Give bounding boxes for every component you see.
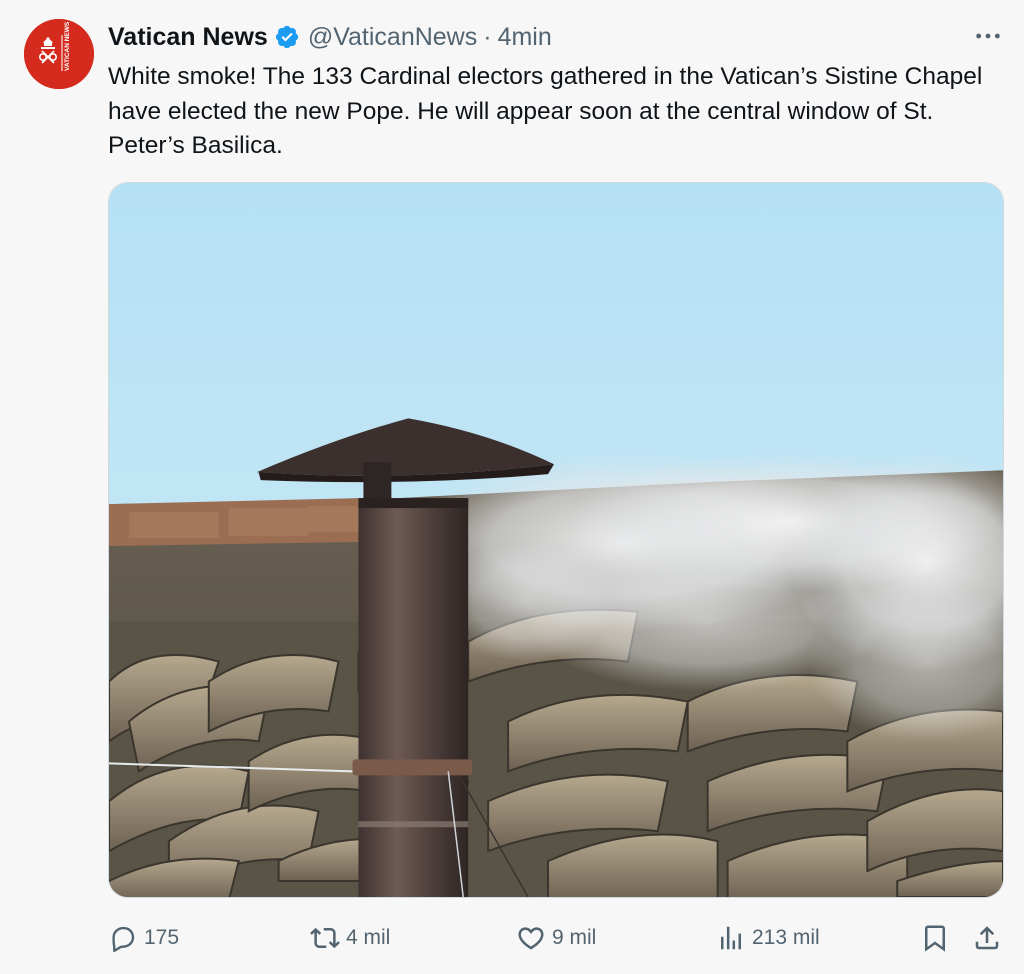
retweet-icon <box>310 927 340 949</box>
smoke-chimney-photo <box>109 183 1003 897</box>
share-button[interactable] <box>972 920 1008 956</box>
bookmark-icon <box>925 925 945 952</box>
tweet-photo[interactable] <box>108 182 1004 898</box>
author-handle[interactable]: @VaticanNews <box>308 23 477 52</box>
like-count: 9 mil <box>552 926 597 949</box>
like-button[interactable]: 9 mil <box>516 920 596 956</box>
tweet-actions: 175 4 mil 9 mil 213 mil <box>108 920 1004 956</box>
views-icon <box>721 926 741 950</box>
more-options-button[interactable] <box>973 24 1003 48</box>
vatican-news-logo: VATICAN NEWS <box>24 19 94 89</box>
retweet-count: 4 mil <box>346 926 391 949</box>
verified-badge-icon <box>275 25 298 49</box>
tweet[interactable]: VATICAN NEWS Vatican News @VaticanNews ·… <box>0 0 1024 974</box>
bookmark-button[interactable] <box>920 920 956 956</box>
tweet-timestamp[interactable]: 4min <box>498 23 552 52</box>
avatar[interactable]: VATICAN NEWS <box>24 19 94 89</box>
views-count: 213 mil <box>752 926 820 949</box>
retweet-button[interactable]: 4 mil <box>310 920 390 956</box>
reply-count: 175 <box>144 926 180 949</box>
reply-button[interactable]: 175 <box>108 920 179 956</box>
like-icon <box>518 927 544 950</box>
views-button[interactable]: 213 mil <box>716 920 820 956</box>
author-name[interactable]: Vatican News <box>108 23 268 52</box>
reply-icon <box>112 926 135 953</box>
avatar-logo-text: VATICAN NEWS <box>64 21 71 71</box>
tweet-text: White smoke! The 133 Cardinal electors g… <box>108 63 983 159</box>
header-separator: · <box>483 22 492 51</box>
tweet-header: Vatican News @VaticanNews · 4min <box>108 20 552 54</box>
more-icon <box>976 33 1000 39</box>
share-icon <box>975 926 999 950</box>
